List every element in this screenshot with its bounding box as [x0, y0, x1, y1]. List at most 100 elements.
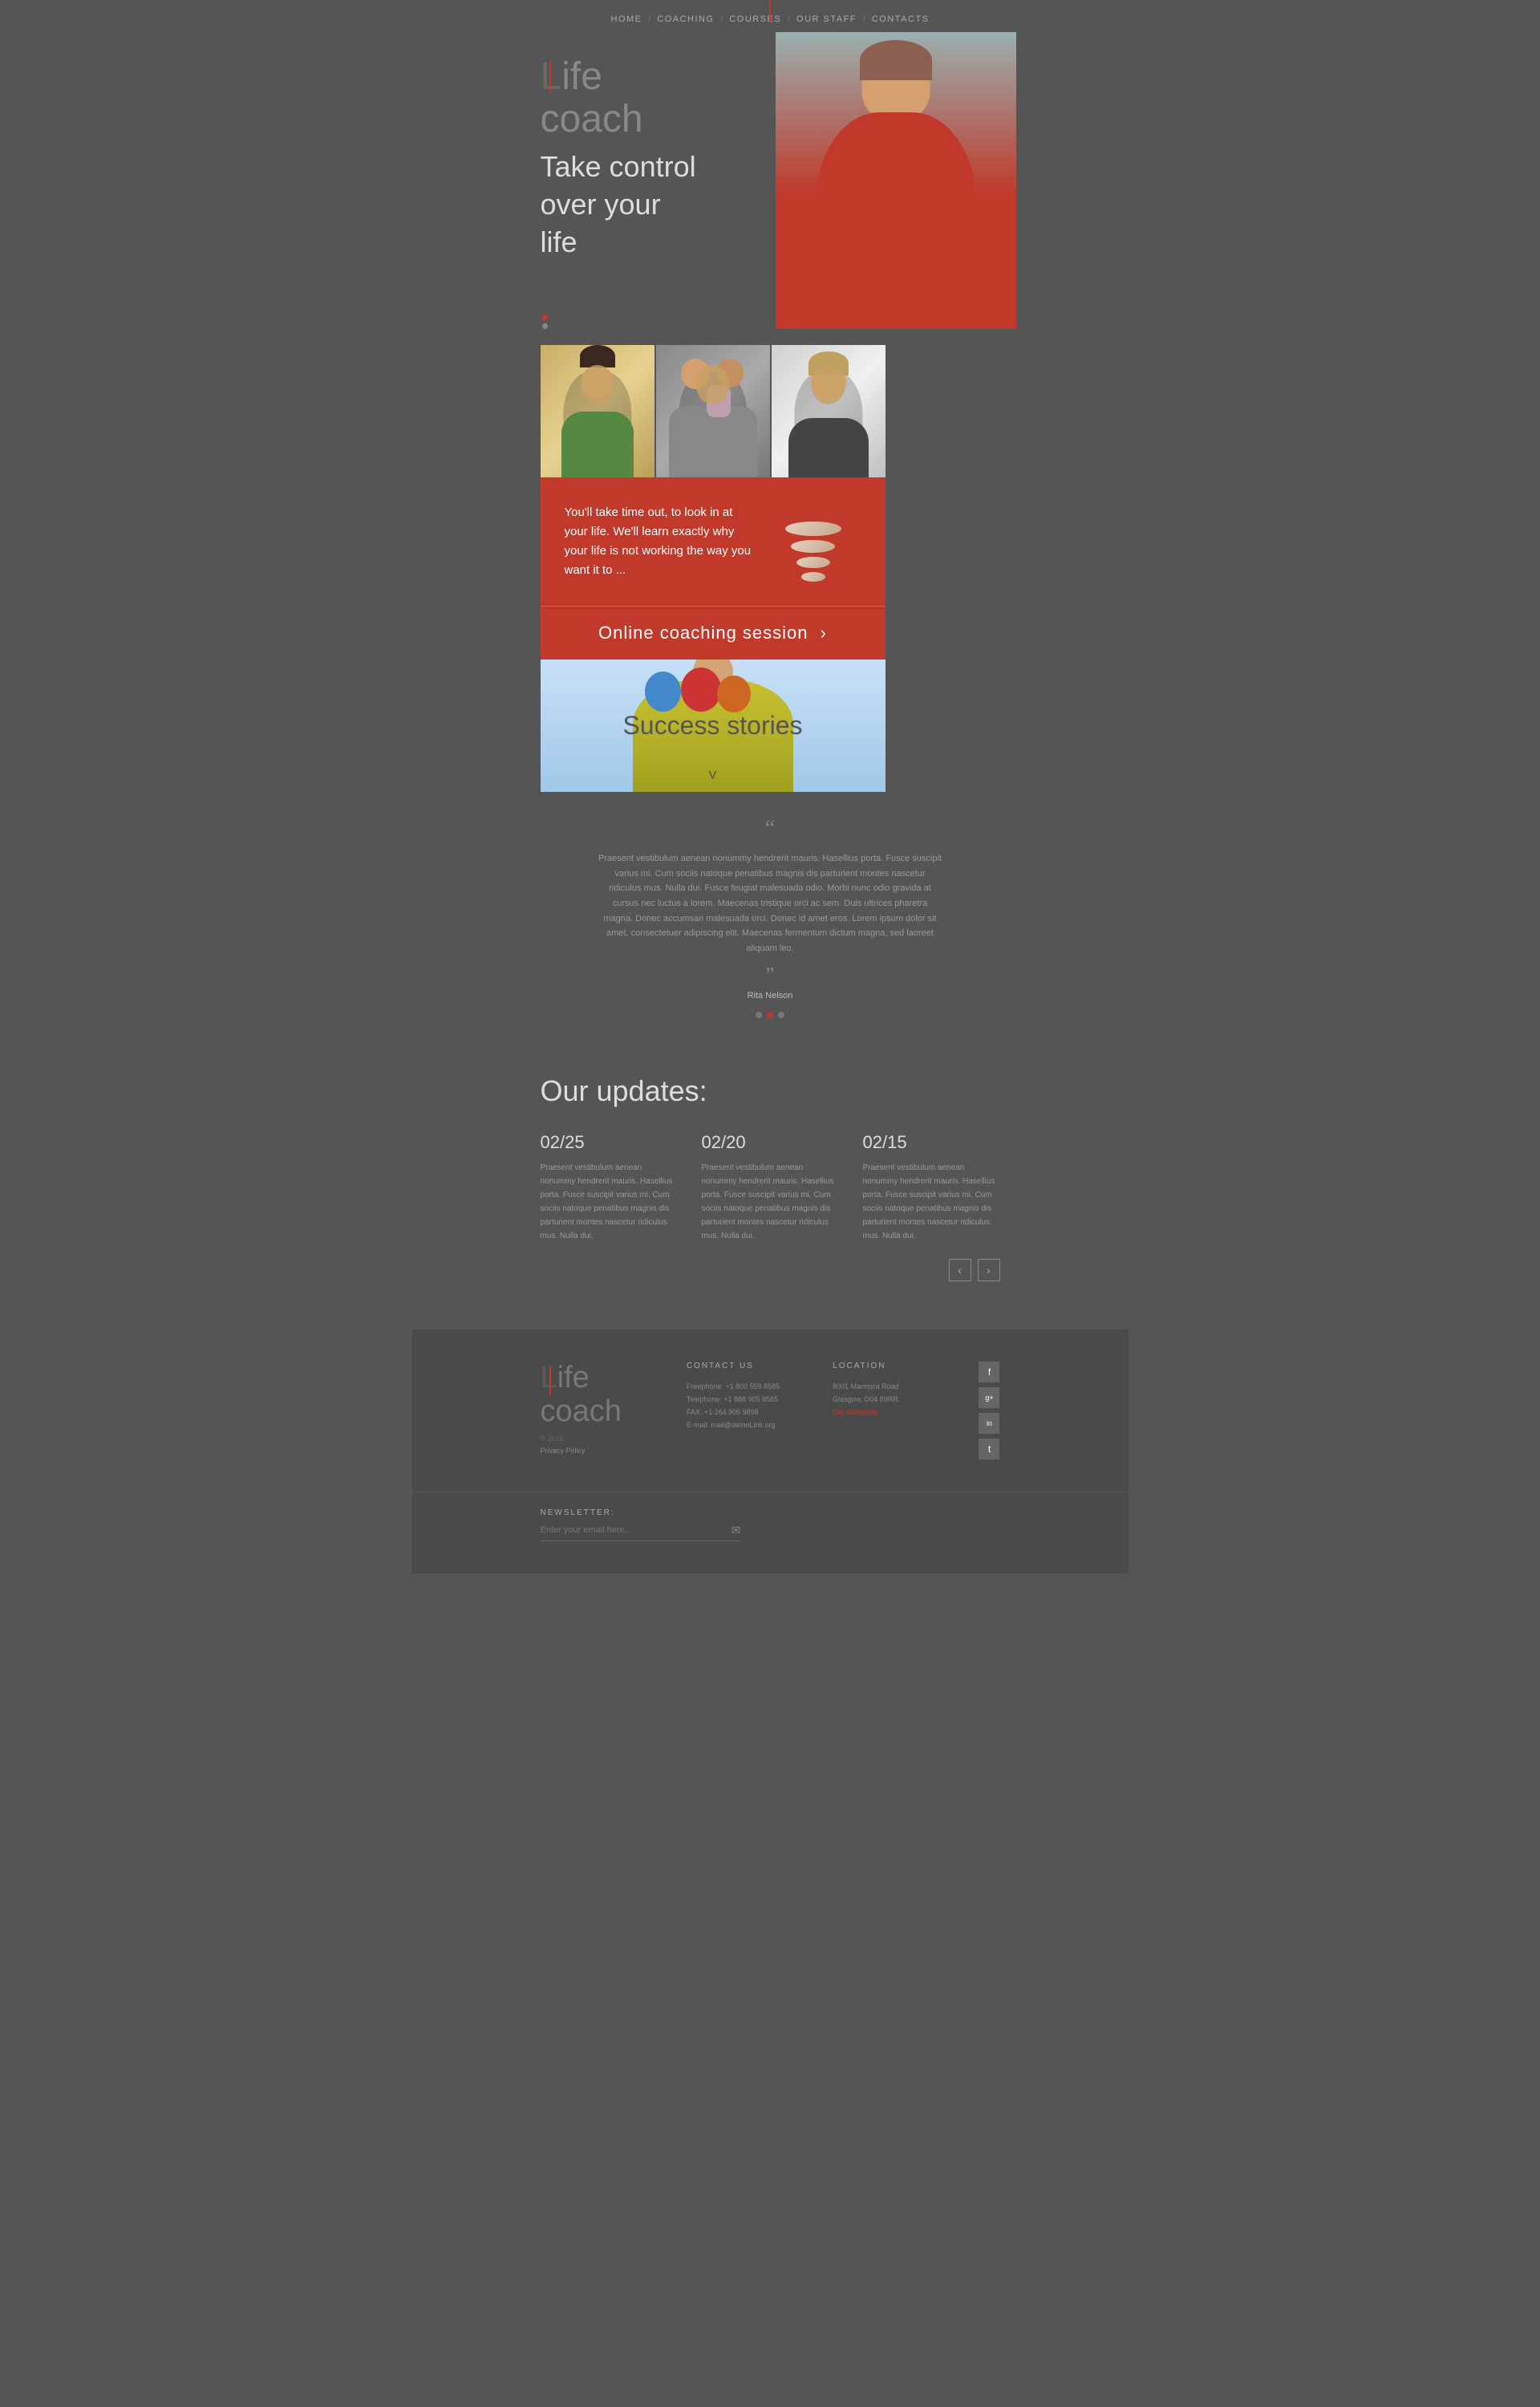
footer-copyright: © 2015 [541, 1435, 654, 1443]
nav-contacts[interactable]: CONTACTS [865, 14, 936, 24]
testimonial-dot-2[interactable] [767, 1012, 773, 1018]
cta-label: Online coaching session [598, 623, 808, 643]
update-text-1: Praesent vestibulum aenean nonummy hendr… [541, 1161, 678, 1243]
success-chevron-icon: ˅ [708, 767, 718, 785]
footer-logo: Life coach © 2015 Privacy Policy [541, 1362, 654, 1458]
update-text-2: Praesent vestibulum aenean nonummy hendr… [702, 1161, 839, 1243]
footer-fax: FAX: +1 264 905 9898 [687, 1406, 800, 1419]
cta-section: Online coaching session › [541, 606, 886, 660]
photo-3 [772, 345, 886, 477]
footer-location: LOCATION 8001 Marmora Road Glasgow, D04 … [833, 1362, 946, 1419]
updates-section: Our updates: 02/25 Praesent vestibulum a… [412, 1042, 1129, 1329]
p1-hair [580, 345, 615, 367]
logo-red-bar [549, 61, 551, 93]
footer-location-title: LOCATION [833, 1362, 946, 1370]
facebook-icon[interactable]: f [979, 1362, 999, 1382]
photo-sim-2 [656, 345, 770, 477]
main-nav: HOME / COACHING / COURSES / OUR STAFF / … [412, 0, 1129, 32]
success-section[interactable]: Success stories ˅ [541, 660, 886, 792]
p1-body [561, 412, 634, 478]
hero-section: Life coach Take control over your life [412, 32, 1129, 345]
updates-next-button[interactable]: › [978, 1259, 1000, 1281]
update-date-1: 02/25 [541, 1132, 678, 1153]
newsletter-label: NEWSLETTER: [541, 1492, 1000, 1517]
footer-directions-link[interactable]: Get directions [833, 1408, 877, 1416]
p2-head1 [681, 359, 710, 389]
newsletter-submit-button[interactable]: ✉ [732, 1524, 741, 1537]
update-text-3: Praesent vestibulum aenean nonummy hendr… [863, 1161, 1000, 1243]
testimonial-author: Rita Nelson [541, 991, 1000, 1001]
footer: Life coach © 2015 Privacy Policy CONTACT… [412, 1329, 1129, 1492]
testimonial-dot-1[interactable] [756, 1012, 762, 1018]
headline-line3: life [541, 225, 578, 258]
quote-text: You'll take time out, to look in at your… [565, 503, 757, 580]
nav-staff[interactable]: OUR STAFF [790, 14, 863, 24]
stone-2 [791, 540, 835, 553]
footer-email: E-mail: mail@demoLink.org [687, 1419, 800, 1431]
linkedin-icon[interactable]: in [979, 1413, 999, 1434]
footer-location-details: 8001 Marmora Road Glasgow, D04 89RR. Get… [833, 1380, 946, 1419]
updates-title: Our updates: [541, 1074, 1000, 1108]
open-quote-mark: “ [541, 816, 1000, 842]
nav-red-line [769, 0, 771, 22]
testimonial-text: Praesent vestibulum aenean nonummy hendr… [598, 851, 942, 956]
footer-privacy-link[interactable]: Privacy Policy [541, 1447, 586, 1455]
update-date-2: 02/20 [702, 1132, 839, 1153]
google-plus-icon[interactable]: g+ [979, 1387, 999, 1408]
newsletter-input[interactable] [541, 1525, 732, 1535]
headline-line1: Take control [541, 150, 696, 183]
testimonial-dot-3[interactable] [778, 1012, 784, 1018]
hero-hair [860, 40, 932, 80]
hero-body [816, 112, 976, 329]
update-item-2: 02/20 Praesent vestibulum aenean nonummy… [702, 1132, 839, 1243]
p1-head [582, 365, 614, 399]
stones-visual [773, 501, 853, 582]
cta-arrow-icon: › [821, 623, 827, 643]
photo-sim-3 [772, 345, 886, 477]
footer-freephone: Freephone: +1 800 559 8585 [687, 1380, 800, 1393]
footer-address-2: Glasgow, D04 89RR. [833, 1393, 946, 1406]
footer-coach: coach [541, 1395, 654, 1429]
p2-flowers [707, 385, 731, 417]
hero-headline: Take control over your life [541, 148, 696, 261]
photo-grid [541, 345, 886, 477]
footer-social: f g+ in t [979, 1362, 999, 1459]
close-quote-mark: ” [541, 964, 1000, 986]
footer-contact-details: Freephone: +1 800 559 8585 Telephone: +1… [687, 1380, 800, 1432]
footer-contact-title: CONTACT US [687, 1362, 800, 1370]
cta-button[interactable]: Online coaching session › [541, 607, 886, 660]
success-title: Success stories [622, 711, 802, 741]
hero-dot-1 [542, 315, 548, 320]
footer-red-bar [549, 1366, 551, 1395]
testimonial-dots [541, 1012, 1000, 1018]
nav-home[interactable]: HOME [604, 14, 648, 24]
footer-telephone: Telephone: +1 888 905 8585 [687, 1393, 800, 1406]
stone-1 [785, 522, 841, 536]
twitter-icon[interactable]: t [979, 1439, 999, 1459]
hero-dot-2 [542, 323, 548, 329]
footer-logo-text: Life coach [541, 1362, 654, 1429]
p3-body [788, 418, 869, 477]
nav-courses[interactable]: COURSES [723, 14, 788, 24]
logo-coach: coach [541, 99, 643, 141]
photo-2 [656, 345, 770, 477]
logo-l-letter: L [541, 55, 562, 98]
newsletter-section: NEWSLETTER: ✉ [412, 1492, 1129, 1573]
photo-1 [541, 345, 654, 477]
testimonial-section: “ Praesent vestibulum aenean nonummy hen… [412, 792, 1129, 1042]
update-item-1: 02/25 Praesent vestibulum aenean nonummy… [541, 1132, 678, 1243]
hero-image [776, 32, 1016, 329]
p3-hair [808, 351, 849, 375]
footer-ife: ife [557, 1361, 590, 1394]
nav-coaching[interactable]: COACHING [650, 14, 720, 24]
footer-address-1: 8001 Marmora Road [833, 1380, 946, 1393]
stone-4 [801, 572, 825, 582]
footer-contact: CONTACT US Freephone: +1 800 559 8585 Te… [687, 1362, 800, 1432]
hero-dots [542, 315, 548, 329]
update-date-3: 02/15 [863, 1132, 1000, 1153]
updates-prev-button[interactable]: ‹ [949, 1259, 971, 1281]
stone-3 [796, 557, 830, 568]
site-logo: Life coach [541, 56, 643, 141]
footer-logo-line1: Life [541, 1362, 590, 1395]
updates-nav: ‹ › [541, 1259, 1000, 1281]
